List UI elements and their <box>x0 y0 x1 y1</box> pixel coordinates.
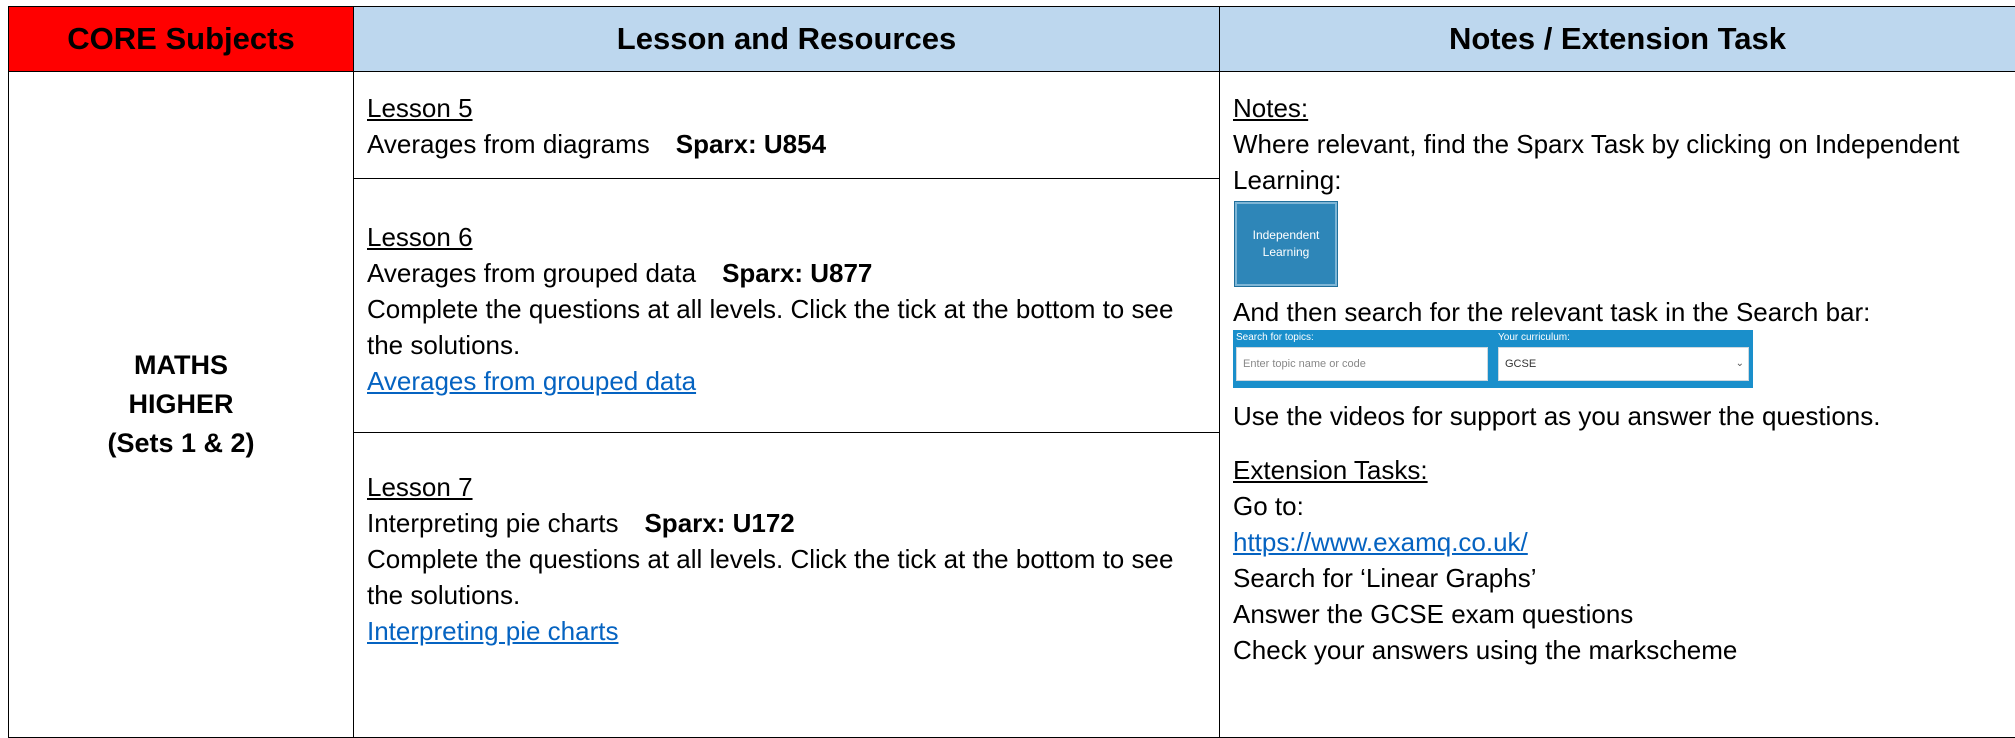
notes-text-videos: Use the videos for support as you answer… <box>1233 401 1881 431</box>
subject-cell: MATHS HIGHER (Sets 1 & 2) <box>8 71 354 738</box>
extension-search: Search for ‘Linear Graphs’ <box>1233 563 1537 593</box>
lesson-topic-line: Averages from diagrams Sparx: U854 <box>367 126 1205 162</box>
lesson-instruction: Complete the questions at all levels. Cl… <box>367 544 1174 610</box>
lesson-topic-line: Averages from grouped data Sparx: U877 <box>367 255 1205 291</box>
header-core-subjects: CORE Subjects <box>8 6 354 72</box>
lesson-row: MATHS HIGHER (Sets 1 & 2) Lesson 5 Avera… <box>8 71 2015 738</box>
extension-heading: Extension Tasks: <box>1233 455 1428 485</box>
extension-check: Check your answers using the markscheme <box>1233 635 1738 665</box>
lesson-topic-line: Interpreting pie charts Sparx: U172 <box>367 505 1205 541</box>
lesson-title: Lesson 6 <box>367 222 473 252</box>
lesson-title: Lesson 7 <box>367 472 473 502</box>
search-input[interactable]: Enter topic name or code <box>1236 347 1488 381</box>
lesson-6-cell: Lesson 6 Averages from grouped data Sparx… <box>353 178 1220 433</box>
curriculum-value: GCSE <box>1505 358 1537 370</box>
resource-link[interactable]: Averages from grouped data <box>367 363 1205 399</box>
sparx-code: Sparx: U854 <box>675 129 827 159</box>
search-label: Search for topics: <box>1236 332 1314 343</box>
lesson-7-cell: Lesson 7 Interpreting pie charts Sparx: U… <box>353 432 1220 738</box>
header-lesson-resources: Lesson and Resources <box>353 6 1220 72</box>
lesson-topic: Averages from grouped data <box>367 258 697 288</box>
notes-heading: Notes: <box>1233 93 1309 123</box>
page: CORE Subjects Lesson and Resources Notes… <box>0 0 2015 738</box>
sparx-code: Sparx: U172 <box>644 508 795 538</box>
sparx-search-bar: Search for topics: Your curriculum: Ente… <box>1233 330 1753 388</box>
subject-name: MATHS <box>134 350 228 380</box>
lesson-title: Lesson 5 <box>367 93 473 123</box>
chevron-down-icon: ⌄ <box>1735 358 1744 369</box>
curriculum-select[interactable]: GCSE ⌄ <box>1498 347 1749 381</box>
lesson-topic: Interpreting pie charts <box>367 508 619 538</box>
button-label-line1: Independent <box>1252 228 1320 242</box>
lesson-schedule-table: CORE Subjects Lesson and Resources Notes… <box>8 6 2015 738</box>
sparx-code: Sparx: U877 <box>722 258 873 288</box>
curriculum-label: Your curriculum: <box>1498 332 1570 343</box>
extension-goto: Go to: <box>1233 491 1304 521</box>
extension-answer: Answer the GCSE exam questions <box>1233 599 1634 629</box>
header-notes-extension: Notes / Extension Task <box>1219 6 2015 72</box>
lesson-topic: Averages from diagrams <box>367 129 650 159</box>
notes-cell: Notes: Where relevant, find the Sparx Ta… <box>1219 71 2015 738</box>
lesson-instruction: Complete the questions at all levels. Cl… <box>367 294 1174 360</box>
subject-sets: (Sets 1 & 2) <box>107 428 255 458</box>
independent-learning-button[interactable]: Independent Learning <box>1235 202 1337 286</box>
notes-text-sparx: Where relevant, find the Sparx Task by c… <box>1233 129 1960 195</box>
resource-link[interactable]: Interpreting pie charts <box>367 613 1205 649</box>
header-row: CORE Subjects Lesson and Resources Notes… <box>8 6 2015 72</box>
subject-level: HIGHER <box>128 389 234 419</box>
lesson-5-cell: Lesson 5 Averages from diagrams Sparx: U8… <box>353 71 1220 179</box>
button-label-line2: Learning <box>1262 245 1310 259</box>
notes-text-search: And then search for the relevant task in… <box>1233 297 1871 327</box>
examq-link[interactable]: https://www.examq.co.uk/ <box>1233 524 2005 560</box>
